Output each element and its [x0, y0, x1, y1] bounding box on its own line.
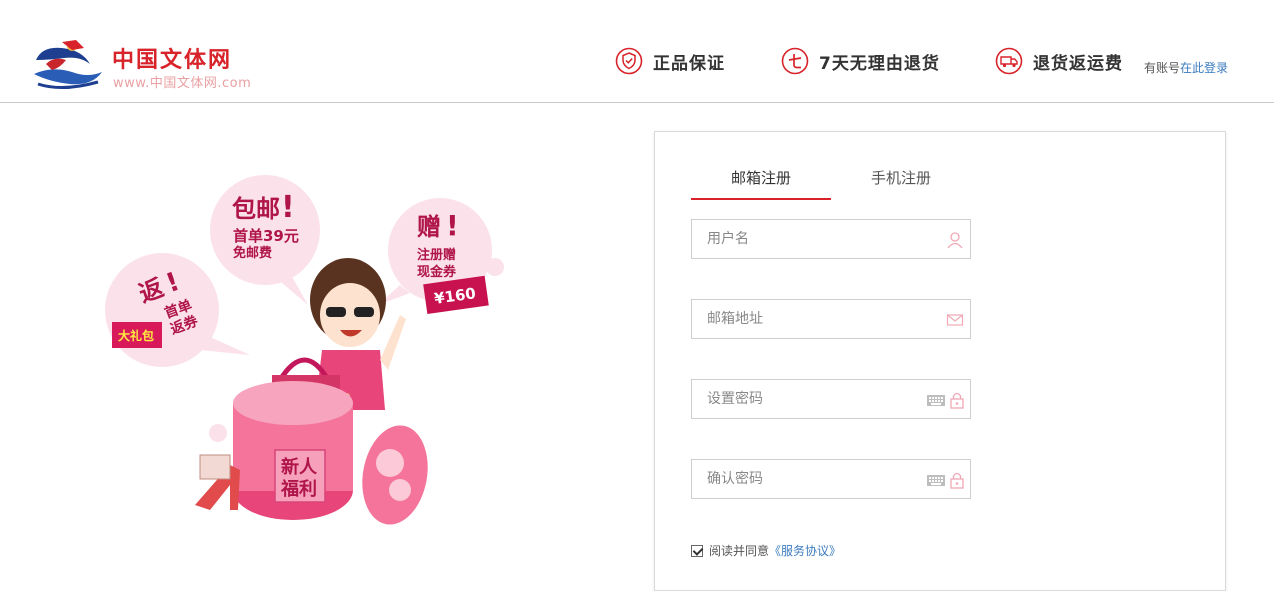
free-shipping-line1: 首单39元 [233, 227, 299, 245]
promise-return-shipping: 退货返运费 [995, 46, 1123, 76]
username-field [691, 219, 971, 259]
tab-phone-register[interactable]: 手机注册 [831, 162, 971, 200]
small-gift [199, 454, 231, 480]
service-agreement-link[interactable]: 《服务协议》 [769, 542, 841, 559]
lock-icon [950, 472, 964, 489]
email-input[interactable] [692, 300, 970, 338]
svg-text:!: ! [446, 209, 459, 242]
free-shipping-line2: 免邮费 [233, 245, 272, 261]
gift-line1: 注册赠 [417, 247, 456, 263]
gift-pack-label: 大礼包 [118, 328, 154, 343]
promise-genuine: 正品保证 [615, 46, 725, 76]
tab-email-register[interactable]: 邮箱注册 [691, 162, 831, 200]
site-logo[interactable]: 中国文体网 www.中国文体网.com [32, 38, 272, 94]
email-field [691, 299, 971, 339]
lock-icon [950, 392, 964, 409]
registration-tabs: 邮箱注册 手机注册 [691, 162, 971, 200]
logo-title: 中国文体网 [112, 48, 233, 73]
shield-check-icon [615, 47, 643, 75]
free-shipping-title: 包邮 [232, 195, 280, 223]
keyboard-icon[interactable] [926, 391, 946, 409]
promise-return-shipping-label: 退货返运费 [1033, 53, 1123, 74]
gift-coupon-bubble: 赠 ! 注册赠 现金券 ¥160 [378, 198, 504, 315]
login-link[interactable]: 在此登录 [1180, 61, 1228, 75]
user-icon [947, 232, 963, 249]
agreement-row: 阅读并同意 《服务协议》 [691, 542, 841, 559]
gift-line2: 现金券 [417, 264, 457, 280]
site-header: 中国文体网 www.中国文体网.com 正品保证 7天无理由退货 退货返运费 有… [0, 0, 1274, 103]
set-password-field [691, 379, 971, 419]
svg-text:!: ! [281, 190, 295, 225]
gift-box-line2: 福利 [280, 478, 317, 500]
seven-days-icon [781, 47, 809, 75]
new-user-gift-box: 新人 福利 [233, 381, 428, 525]
username-input[interactable] [692, 220, 970, 258]
free-shipping-bubble: 包邮 ! 首单39元 免邮费 [210, 175, 320, 305]
login-hint: 有账号在此登录 [1144, 59, 1228, 76]
logo-emblem-icon [34, 40, 102, 89]
confirm-password-field [691, 459, 971, 499]
agree-text: 阅读并同意 [709, 544, 770, 558]
logo-url: www.中国文体网.com [113, 76, 252, 91]
agree-checkbox[interactable] [691, 544, 703, 557]
promise-seven-day-label: 7天无理由退货 [819, 53, 940, 74]
new-user-promo-illustration: 包邮 ! 首单39元 免邮费 赠 ! 注册赠 现金券 ¥160 返 ! 首单 返… [105, 175, 504, 525]
registration-panel: 邮箱注册 手机注册 用户名 邮箱地址 阅读并同意 《服务协议》 [654, 131, 1226, 591]
login-hint-prefix: 有账号 [1144, 61, 1181, 75]
promise-genuine-label: 正品保证 [653, 53, 725, 74]
gift-box-line1: 新人 [281, 456, 318, 478]
gift-title: 赠 [417, 213, 441, 241]
delivery-truck-icon [995, 47, 1023, 75]
keyboard-icon[interactable] [926, 471, 946, 489]
envelope-icon [946, 314, 964, 326]
promise-seven-day-return: 7天无理由退货 [781, 46, 940, 76]
